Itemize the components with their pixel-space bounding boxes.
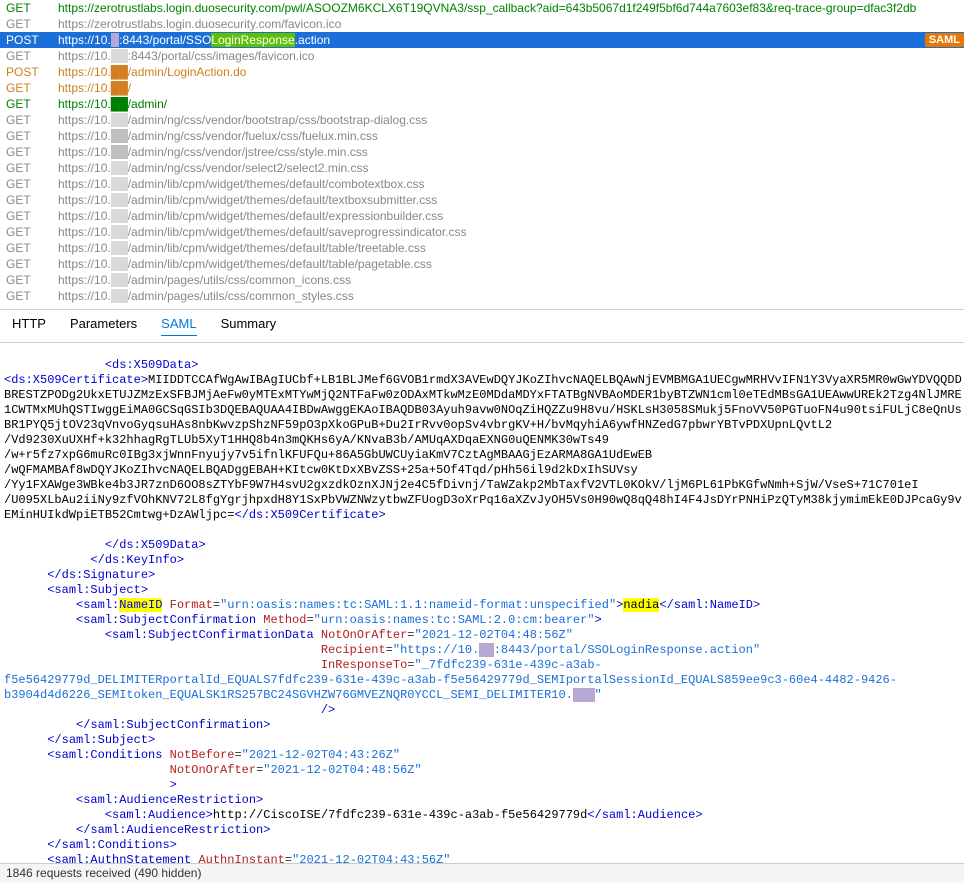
method-cell: GET bbox=[0, 0, 58, 16]
url-cell: https://10.██/admin/ng/css/vendor/bootst… bbox=[58, 112, 964, 128]
nameid-value: nadia bbox=[623, 598, 659, 612]
method-cell: GET bbox=[0, 112, 58, 128]
url-cell: https://zerotrustlabs.login.duosecurity.… bbox=[58, 0, 964, 16]
method-cell: GET bbox=[0, 144, 58, 160]
tab-http[interactable]: HTTP bbox=[12, 316, 46, 336]
request-row[interactable]: GEThttps://10.██:8443/portal/css/images/… bbox=[0, 48, 964, 64]
request-row[interactable]: POSThttps://10.█:8443/portal/SSOLoginRes… bbox=[0, 32, 964, 48]
saml-content[interactable]: <ds:X509Data> <ds:X509Certificate>MIIDDT… bbox=[0, 343, 964, 863]
cert-text: MIIDDTCCAfWgAwIBAgIUCbf+LB1BLJMef6GVOB1r… bbox=[148, 373, 962, 387]
method-cell: GET bbox=[0, 256, 58, 272]
request-row[interactable]: GEThttps://10.██/admin/lib/cpm/widget/th… bbox=[0, 176, 964, 192]
request-row[interactable]: GEThttps://10.██/admin/ng/css/vendor/fue… bbox=[0, 128, 964, 144]
url-cell: https://10.██/admin/lib/cpm/widget/theme… bbox=[58, 176, 964, 192]
tab-parameters[interactable]: Parameters bbox=[70, 316, 137, 336]
url-cell: https://10.█:8443/portal/SSOLoginRespons… bbox=[58, 32, 964, 48]
tab-saml[interactable]: SAML bbox=[161, 316, 196, 336]
method-cell: GET bbox=[0, 96, 58, 112]
request-row[interactable]: GEThttps://10.██/admin/ng/css/vendor/jst… bbox=[0, 144, 964, 160]
request-row[interactable]: GEThttps://10.██/admin/pages/utils/css/c… bbox=[0, 272, 964, 288]
url-cell: https://10.██/admin/pages/utils/css/comm… bbox=[58, 272, 964, 288]
inspector-tabs: HTTP Parameters SAML Summary bbox=[0, 310, 964, 343]
request-row[interactable]: GEThttps://10.██/admin/lib/cpm/widget/th… bbox=[0, 224, 964, 240]
url-cell: https://10.██/admin/ bbox=[58, 96, 964, 112]
method-cell: POST bbox=[0, 64, 58, 80]
method-cell: GET bbox=[0, 224, 58, 240]
method-cell: POST bbox=[0, 32, 58, 48]
request-row[interactable]: GEThttps://10.██/admin/lib/cpm/widget/th… bbox=[0, 208, 964, 224]
saml-badge: SAML bbox=[925, 33, 964, 47]
url-cell: https://10.██/ bbox=[58, 80, 964, 96]
method-cell: GET bbox=[0, 288, 58, 304]
url-cell: https://10.██/admin/pages/utils/css/comm… bbox=[58, 288, 964, 304]
method-cell: GET bbox=[0, 192, 58, 208]
url-cell: https://10.██:8443/portal/css/images/fav… bbox=[58, 48, 964, 64]
url-cell: https://10.██/admin/ng/css/vendor/fuelux… bbox=[58, 128, 964, 144]
status-bar: 1846 requests received (490 hidden) bbox=[0, 863, 964, 883]
url-cell: https://10.██/admin/lib/cpm/widget/theme… bbox=[58, 224, 964, 240]
method-cell: GET bbox=[0, 48, 58, 64]
request-row[interactable]: GEThttps://10.██/admin/ng/css/vendor/sel… bbox=[0, 160, 964, 176]
method-cell: GET bbox=[0, 80, 58, 96]
method-cell: GET bbox=[0, 128, 58, 144]
method-cell: GET bbox=[0, 272, 58, 288]
request-row[interactable]: POSThttps://10.██/admin/LoginAction.do bbox=[0, 64, 964, 80]
request-row[interactable]: GEThttps://zerotrustlabs.login.duosecuri… bbox=[0, 16, 964, 32]
url-cell: https://10.██/admin/lib/cpm/widget/theme… bbox=[58, 240, 964, 256]
url-cell: https://zerotrustlabs.login.duosecurity.… bbox=[58, 16, 964, 32]
request-row[interactable]: GEThttps://10.██/admin/lib/cpm/widget/th… bbox=[0, 240, 964, 256]
url-cell: https://10.██/admin/LoginAction.do bbox=[58, 64, 964, 80]
tab-summary[interactable]: Summary bbox=[221, 316, 277, 336]
request-row[interactable]: GEThttps://10.██/admin/lib/cpm/widget/th… bbox=[0, 192, 964, 208]
request-row[interactable]: GEThttps://zerotrustlabs.login.duosecuri… bbox=[0, 0, 964, 16]
method-cell: GET bbox=[0, 16, 58, 32]
url-cell: https://10.██/admin/lib/cpm/widget/theme… bbox=[58, 192, 964, 208]
request-row[interactable]: GEThttps://10.██/ bbox=[0, 80, 964, 96]
request-list-pane[interactable]: GEThttps://zerotrustlabs.login.duosecuri… bbox=[0, 0, 964, 310]
request-row[interactable]: GEThttps://10.██/admin/pages/utils/css/c… bbox=[0, 288, 964, 304]
method-cell: GET bbox=[0, 208, 58, 224]
method-cell: GET bbox=[0, 176, 58, 192]
method-cell: GET bbox=[0, 240, 58, 256]
url-cell: https://10.██/admin/ng/css/vendor/jstree… bbox=[58, 144, 964, 160]
audience-text: http://CiscoISE/7fdfc239-631e-439c-a3ab-… bbox=[213, 808, 587, 822]
url-cell: https://10.██/admin/lib/cpm/widget/theme… bbox=[58, 256, 964, 272]
request-row[interactable]: GEThttps://10.██/admin/ bbox=[0, 96, 964, 112]
url-cell: https://10.██/admin/ng/css/vendor/select… bbox=[58, 160, 964, 176]
request-row[interactable]: GEThttps://10.██/admin/lib/cpm/widget/th… bbox=[0, 256, 964, 272]
url-cell: https://10.██/admin/lib/cpm/widget/theme… bbox=[58, 208, 964, 224]
method-cell: GET bbox=[0, 160, 58, 176]
request-row[interactable]: GEThttps://10.██/admin/ng/css/vendor/boo… bbox=[0, 112, 964, 128]
